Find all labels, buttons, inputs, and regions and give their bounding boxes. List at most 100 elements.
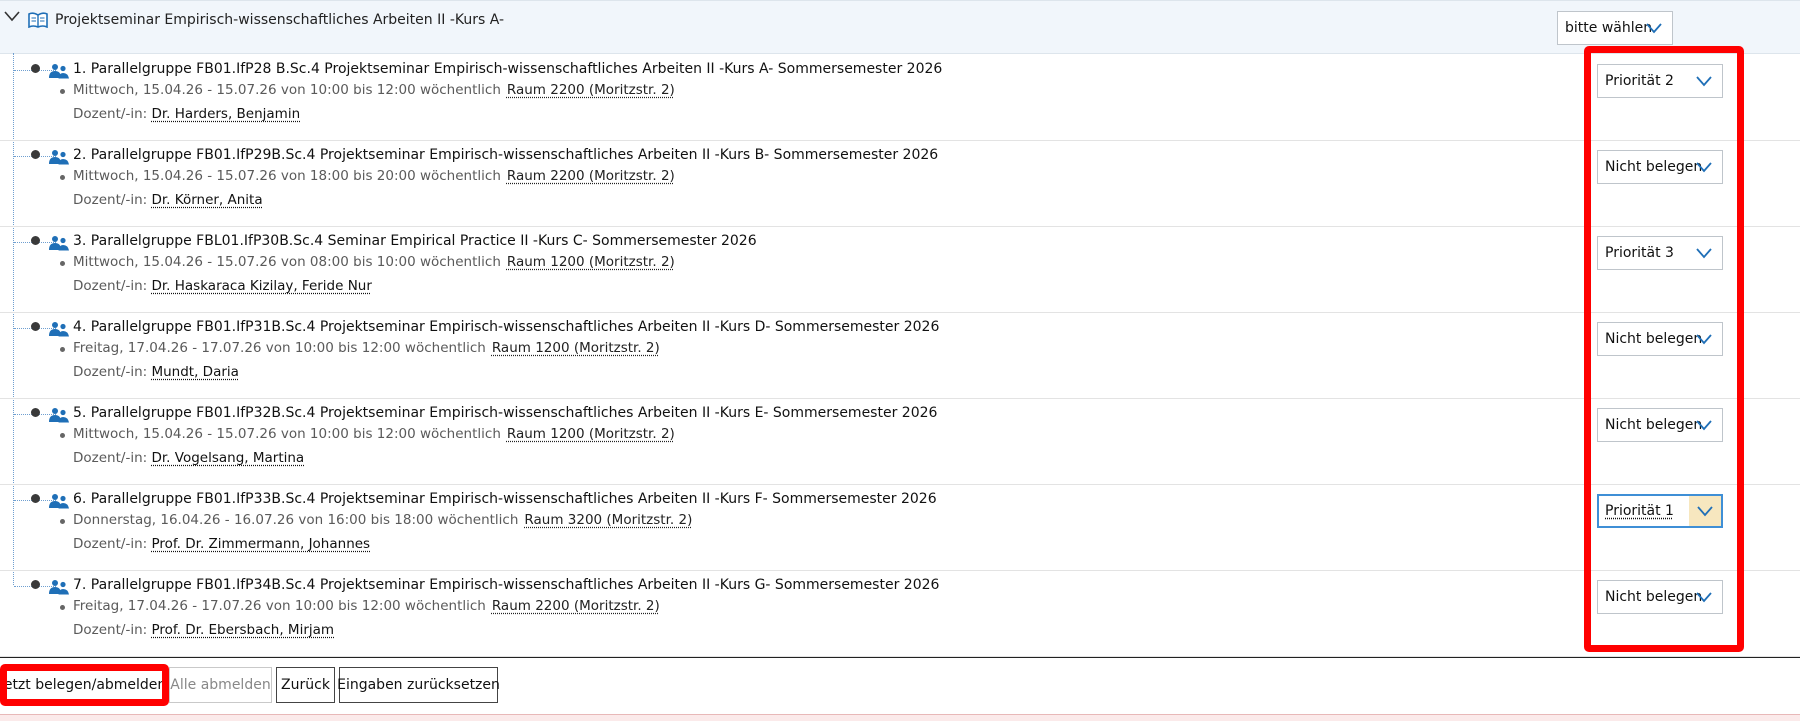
group-schedule: Mittwoch, 15.04.26 - 15.07.26 von 08:00 … xyxy=(73,254,675,270)
group-people-icon xyxy=(48,235,70,251)
group-title: 5. Parallelgruppe FB01.IfP32B.Sc.4 Proje… xyxy=(73,405,937,421)
group-schedule: Mittwoch, 15.04.26 - 15.07.26 von 18:00 … xyxy=(73,168,675,184)
chevron-down-icon xyxy=(1696,75,1712,87)
course-priority-select[interactable]: bitte wählen xyxy=(1557,11,1673,45)
priority-select[interactable]: Priorität 2 xyxy=(1597,64,1723,98)
tree-node-bullet xyxy=(31,494,40,503)
submit-button[interactable]: Jetzt belegen/abmelden xyxy=(2,667,164,703)
select-value: Priorität 2 xyxy=(1605,73,1674,89)
select-value: Nicht belegen xyxy=(1605,331,1702,347)
parallel-group-row: 4. Parallelgruppe FB01.IfP31B.Sc.4 Proje… xyxy=(0,312,1800,399)
schedule-text: Mittwoch, 15.04.26 - 15.07.26 von 18:00 … xyxy=(73,168,501,184)
priority-select[interactable]: Nicht belegen xyxy=(1597,322,1723,356)
group-lecturer: Dozent/-in: Dr. Harders, Benjamin xyxy=(73,106,300,122)
priority-select[interactable]: Nicht belegen xyxy=(1597,408,1723,442)
group-people-icon xyxy=(48,579,70,595)
priority-select[interactable]: Priorität 3 xyxy=(1597,236,1723,270)
room-link[interactable]: Raum 1200 (Moritzstr. 2) xyxy=(507,426,675,442)
schedule-bullet xyxy=(60,433,65,438)
tree-node-bullet xyxy=(31,322,40,331)
lecturer-link[interactable]: Dr. Haskaraca Kizilay, Feride Nur xyxy=(151,278,371,294)
lecturer-label: Dozent/-in: xyxy=(73,364,147,380)
lecturer-link[interactable]: Dr. Körner, Anita xyxy=(151,192,262,208)
open-book-icon xyxy=(28,12,48,28)
select-value: Priorität 3 xyxy=(1605,245,1674,261)
room-link[interactable]: Raum 1200 (Moritzstr. 2) xyxy=(492,340,660,356)
lecturer-label: Dozent/-in: xyxy=(73,450,147,466)
priority-select[interactable]: Priorität 1 xyxy=(1597,494,1723,528)
group-title: 1. Parallelgruppe FB01.IfP28 B.Sc.4 Proj… xyxy=(73,61,942,77)
group-people-icon xyxy=(48,321,70,337)
chevron-down-icon xyxy=(1696,247,1712,259)
parallel-group-row: 6. Parallelgruppe FB01.IfP33B.Sc.4 Proje… xyxy=(0,484,1800,571)
footer-divider xyxy=(0,657,1800,658)
tree-node-bullet xyxy=(31,408,40,417)
lecturer-label: Dozent/-in: xyxy=(73,536,147,552)
unregister-all-button[interactable]: Alle abmelden xyxy=(169,667,272,703)
group-title: 4. Parallelgruppe FB01.IfP31B.Sc.4 Proje… xyxy=(73,319,939,335)
chevron-down-icon xyxy=(1696,419,1712,431)
lecturer-label: Dozent/-in: xyxy=(73,278,147,294)
back-button[interactable]: Zurück xyxy=(276,667,335,703)
group-lecturer: Dozent/-in: Dr. Vogelsang, Martina xyxy=(73,450,304,466)
group-schedule: Mittwoch, 15.04.26 - 15.07.26 von 10:00 … xyxy=(73,426,675,442)
group-schedule: Freitag, 17.04.26 - 17.07.26 von 10:00 b… xyxy=(73,340,660,356)
group-people-icon xyxy=(48,63,70,79)
room-link[interactable]: Raum 3200 (Moritzstr. 2) xyxy=(524,512,692,528)
chevron-down-icon xyxy=(1697,505,1713,517)
lecturer-link[interactable]: Prof. Dr. Zimmermann, Johannes xyxy=(151,536,370,552)
reset-button[interactable]: Eingaben zurücksetzen xyxy=(339,667,498,703)
collapse-chevron-icon[interactable] xyxy=(4,9,20,23)
group-lecturer: Dozent/-in: Dr. Körner, Anita xyxy=(73,192,263,208)
select-value: Nicht belegen xyxy=(1605,417,1702,433)
group-people-icon xyxy=(48,407,70,423)
chevron-down-icon xyxy=(1696,161,1712,173)
lecturer-label: Dozent/-in: xyxy=(73,192,147,208)
group-people-icon xyxy=(48,493,70,509)
lecturer-label: Dozent/-in: xyxy=(73,106,147,122)
room-link[interactable]: Raum 2200 (Moritzstr. 2) xyxy=(492,598,660,614)
select-value: Priorität 1 xyxy=(1605,503,1674,519)
parallel-group-row: 5. Parallelgruppe FB01.IfP32B.Sc.4 Proje… xyxy=(0,398,1800,485)
group-schedule: Mittwoch, 15.04.26 - 15.07.26 von 10:00 … xyxy=(73,82,675,98)
select-value: bitte wählen xyxy=(1565,20,1652,36)
course-header: Projektseminar Empirisch-wissenschaftlic… xyxy=(0,0,1800,54)
room-link[interactable]: Raum 2200 (Moritzstr. 2) xyxy=(507,168,675,184)
lecturer-link[interactable]: Prof. Dr. Ebersbach, Mirjam xyxy=(151,622,334,638)
lecturer-link[interactable]: Mundt, Daria xyxy=(151,364,238,380)
schedule-text: Freitag, 17.04.26 - 17.07.26 von 10:00 b… xyxy=(73,340,486,356)
priority-select[interactable]: Nicht belegen xyxy=(1597,580,1723,614)
group-people-icon xyxy=(48,149,70,165)
schedule-text: Mittwoch, 15.04.26 - 15.07.26 von 10:00 … xyxy=(73,82,501,98)
parallel-group-row: 2. Parallelgruppe FB01.IfP29B.Sc.4 Proje… xyxy=(0,140,1800,227)
lecturer-link[interactable]: Dr. Vogelsang, Martina xyxy=(151,450,304,466)
group-lecturer: Dozent/-in: Prof. Dr. Ebersbach, Mirjam xyxy=(73,622,334,638)
schedule-bullet xyxy=(60,605,65,610)
schedule-bullet xyxy=(60,519,65,524)
chevron-down-icon xyxy=(1696,333,1712,345)
schedule-bullet xyxy=(60,261,65,266)
priority-select[interactable]: Nicht belegen xyxy=(1597,150,1723,184)
schedule-text: Donnerstag, 16.04.26 - 16.07.26 von 16:0… xyxy=(73,512,518,528)
group-title: 6. Parallelgruppe FB01.IfP33B.Sc.4 Proje… xyxy=(73,491,937,507)
room-link[interactable]: Raum 2200 (Moritzstr. 2) xyxy=(507,82,675,98)
schedule-bullet xyxy=(60,347,65,352)
course-title: Projektseminar Empirisch-wissenschaftlic… xyxy=(55,12,504,28)
schedule-text: Mittwoch, 15.04.26 - 15.07.26 von 08:00 … xyxy=(73,254,501,270)
schedule-text: Freitag, 17.04.26 - 17.07.26 von 10:00 b… xyxy=(73,598,486,614)
room-link[interactable]: Raum 1200 (Moritzstr. 2) xyxy=(507,254,675,270)
parallel-group-row: 1. Parallelgruppe FB01.IfP28 B.Sc.4 Proj… xyxy=(0,54,1800,141)
group-lecturer: Dozent/-in: Prof. Dr. Zimmermann, Johann… xyxy=(73,536,370,552)
parallel-group-row: 7. Parallelgruppe FB01.IfP34B.Sc.4 Proje… xyxy=(0,570,1800,657)
group-schedule: Donnerstag, 16.04.26 - 16.07.26 von 16:0… xyxy=(73,512,692,528)
chevron-down-icon xyxy=(1646,22,1662,34)
schedule-text: Mittwoch, 15.04.26 - 15.07.26 von 10:00 … xyxy=(73,426,501,442)
group-title: 3. Parallelgruppe FBL01.IfP30B.Sc.4 Semi… xyxy=(73,233,757,249)
chevron-down-icon xyxy=(1696,591,1712,603)
schedule-bullet xyxy=(60,89,65,94)
lecturer-link[interactable]: Dr. Harders, Benjamin xyxy=(151,106,300,122)
select-value: Nicht belegen xyxy=(1605,159,1702,175)
group-schedule: Freitag, 17.04.26 - 17.07.26 von 10:00 b… xyxy=(73,598,660,614)
group-lecturer: Dozent/-in: Dr. Haskaraca Kizilay, Ferid… xyxy=(73,278,372,294)
group-lecturer: Dozent/-in: Mundt, Daria xyxy=(73,364,239,380)
